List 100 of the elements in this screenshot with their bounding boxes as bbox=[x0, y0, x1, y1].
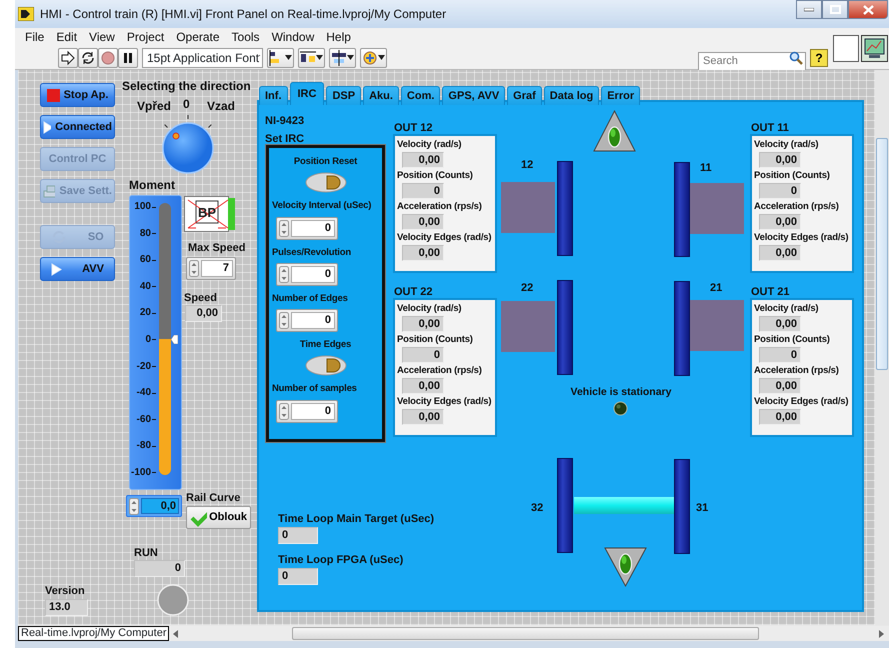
run-continuously-button[interactable] bbox=[78, 48, 98, 68]
panel-button[interactable]: Connected bbox=[40, 115, 115, 139]
control-label: Max Speed bbox=[188, 241, 246, 256]
connector-pane-icon bbox=[861, 35, 888, 62]
spinner-icon[interactable] bbox=[129, 498, 139, 514]
run-button[interactable] bbox=[58, 48, 78, 68]
slider-track[interactable] bbox=[159, 203, 171, 475]
reorder-button[interactable] bbox=[360, 48, 387, 68]
menu-item[interactable]: Operate bbox=[170, 28, 226, 46]
toggle-button[interactable] bbox=[304, 172, 346, 194]
maximize-button[interactable] bbox=[822, 0, 848, 19]
toggle-button[interactable] bbox=[304, 355, 346, 376]
status-label: Vehicle is stationary bbox=[570, 385, 672, 400]
menu-item[interactable]: Edit bbox=[50, 28, 84, 46]
spinner-icon[interactable] bbox=[279, 402, 289, 420]
spinner-icon[interactable] bbox=[189, 260, 199, 277]
reorder-icon bbox=[362, 50, 378, 66]
scroll-right-icon[interactable] bbox=[877, 630, 885, 638]
value-display: 0,00 bbox=[759, 378, 801, 394]
tick-label: 0 bbox=[145, 334, 156, 346]
scrollbar[interactable] bbox=[169, 626, 889, 640]
tab[interactable]: GPS, AVV bbox=[442, 86, 506, 105]
tick-label: -80 bbox=[136, 440, 156, 452]
setting-label: Number of samples bbox=[272, 382, 358, 396]
play-icon bbox=[43, 120, 52, 134]
sensor-block bbox=[501, 182, 555, 233]
tab[interactable]: Data log bbox=[544, 86, 600, 105]
value-display: 0 bbox=[278, 568, 318, 585]
tab[interactable]: Inf. bbox=[259, 86, 288, 105]
value-display: 0,00 bbox=[402, 152, 444, 168]
align-button[interactable] bbox=[267, 48, 294, 68]
tick-label: -60 bbox=[136, 414, 156, 426]
abort-button[interactable] bbox=[98, 48, 118, 68]
help-button[interactable]: ? bbox=[810, 49, 828, 67]
control-label: Version bbox=[45, 584, 85, 599]
close-button[interactable] bbox=[848, 0, 888, 19]
scrollbar[interactable] bbox=[875, 70, 889, 625]
tick-label: 80 bbox=[140, 228, 156, 240]
menu-item[interactable]: Window bbox=[266, 28, 320, 46]
setting-label: Pulses/Revolution bbox=[272, 246, 352, 260]
resize-objects-icon bbox=[331, 50, 347, 66]
value-display: 0 bbox=[402, 347, 444, 363]
field-label: Acceleration (rps/s) bbox=[754, 201, 840, 213]
menu-item[interactable]: Tools bbox=[226, 28, 266, 46]
search-field[interactable]: Search bbox=[698, 52, 806, 70]
field-label: Velocity Edges (rad/s) bbox=[754, 232, 850, 244]
tick-label: 20 bbox=[140, 307, 156, 320]
scroll-left-icon[interactable] bbox=[172, 630, 180, 638]
minimize-button[interactable] bbox=[796, 0, 822, 19]
value-display: 0,00 bbox=[759, 214, 801, 230]
panel-button[interactable]: AVV bbox=[40, 257, 115, 281]
numeric-control[interactable]: 7 bbox=[186, 257, 236, 280]
distribute-button[interactable] bbox=[298, 48, 325, 68]
spinner-icon[interactable] bbox=[279, 266, 289, 283]
scrollbar-thumb[interactable] bbox=[876, 138, 888, 370]
spinner-icon[interactable] bbox=[279, 312, 289, 329]
value-display: 0,00 bbox=[402, 409, 444, 425]
tab[interactable]: Graf bbox=[507, 86, 542, 105]
field-label: Velocity (rad/s) bbox=[754, 139, 820, 151]
setting-label: Time Edges bbox=[298, 338, 352, 352]
search-icon[interactable] bbox=[789, 51, 803, 65]
stop-icon bbox=[46, 88, 60, 102]
value-display: 0 bbox=[278, 527, 318, 544]
resize-button[interactable] bbox=[329, 48, 356, 68]
menu-item[interactable]: Help bbox=[320, 28, 357, 46]
font-dropdown[interactable]: 15pt Application Font bbox=[142, 48, 263, 68]
control-label: Rail Curve bbox=[186, 491, 240, 506]
numeric-control[interactable]: 0 bbox=[276, 400, 338, 422]
tab[interactable]: DSP bbox=[326, 86, 362, 105]
spinner-icon[interactable] bbox=[279, 220, 289, 236]
tick-label: 60 bbox=[140, 254, 156, 266]
control-label: Time Loop FPGA (uSec) bbox=[278, 553, 404, 568]
scrollbar-thumb[interactable] bbox=[292, 626, 760, 640]
cycle-arrows-icon bbox=[80, 50, 96, 66]
menu-item[interactable]: File bbox=[19, 28, 50, 46]
section-label: Set IRC bbox=[265, 132, 304, 147]
field-label: Position (Counts) bbox=[397, 334, 474, 346]
numeric-control[interactable]: 0 bbox=[276, 262, 338, 286]
menu-item[interactable]: Project bbox=[120, 28, 170, 46]
toggle-button[interactable]: Oblouk bbox=[186, 506, 251, 529]
numeric-control[interactable]: 0 bbox=[276, 309, 338, 332]
wheel-label: 22 bbox=[521, 281, 534, 296]
menu-item[interactable]: View bbox=[83, 28, 121, 46]
pause-button[interactable] bbox=[118, 48, 138, 68]
tab[interactable]: Aku. bbox=[363, 86, 399, 105]
value-display: 0,00 bbox=[402, 378, 444, 394]
tab[interactable]: Com. bbox=[400, 86, 440, 105]
numeric-control[interactable]: 0,0 bbox=[126, 495, 182, 517]
value-display: 0,00 bbox=[402, 214, 444, 230]
field-label: Velocity (rad/s) bbox=[754, 303, 820, 315]
field-label: Acceleration (rps/s) bbox=[397, 201, 483, 213]
value-display: 0,00 bbox=[759, 245, 801, 261]
tab[interactable]: IRC bbox=[290, 82, 324, 105]
knob-pointer[interactable] bbox=[172, 132, 180, 140]
round-indicator bbox=[157, 584, 189, 616]
field-label: Velocity Edges (rad/s) bbox=[754, 396, 850, 408]
field-label: Velocity Edges (rad/s) bbox=[397, 396, 492, 408]
tab[interactable]: Error bbox=[601, 86, 640, 105]
numeric-control[interactable]: 0 bbox=[276, 216, 338, 240]
panel-button[interactable]: Stop Ap. bbox=[40, 83, 115, 107]
